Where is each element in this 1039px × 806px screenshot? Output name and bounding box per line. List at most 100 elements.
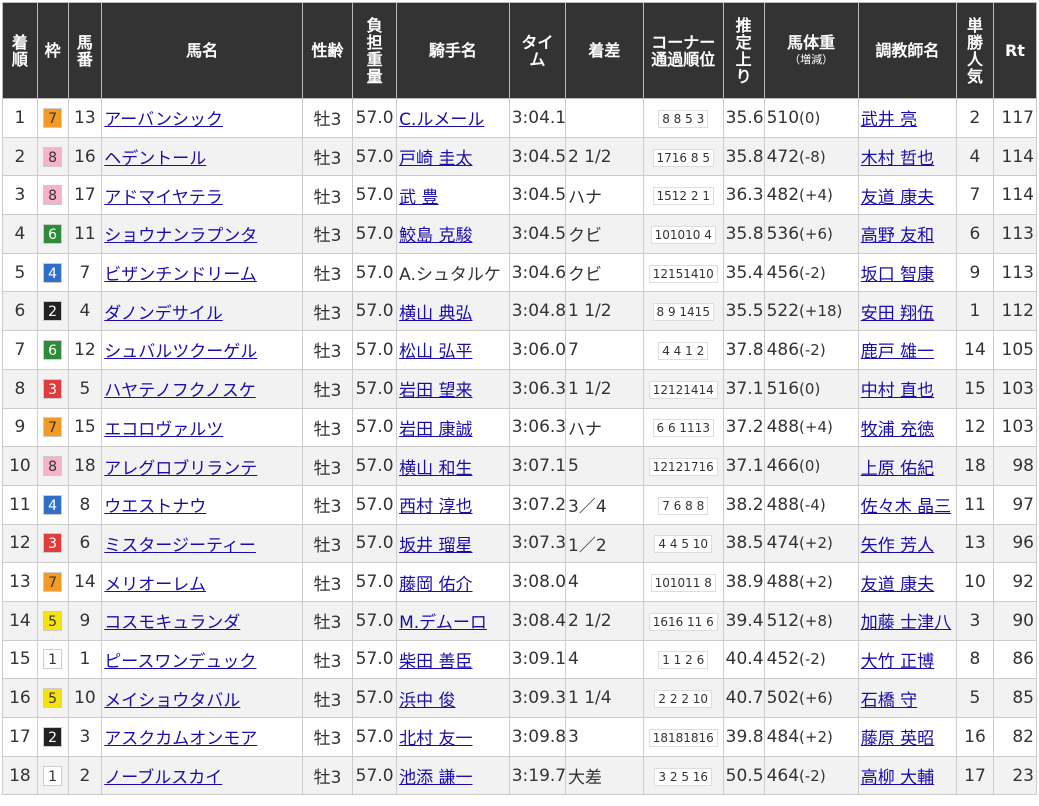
horse-name-cell-link[interactable]: メリオーレム (104, 575, 206, 595)
jockey-cell-link[interactable]: M.デムーロ (399, 613, 487, 633)
horse-name-cell: メイショウタバル (101, 678, 303, 718)
horse-name-cell-link[interactable]: エコロヴァルツ (104, 420, 223, 440)
trainer-cell-link[interactable]: 友道 康夫 (861, 575, 934, 595)
horse-name-cell-link[interactable]: アドマイヤテラ (104, 188, 223, 208)
trainer-cell-link[interactable]: 大竹 正博 (861, 652, 934, 672)
horse-name-cell-link[interactable]: ピースワンデュック (104, 652, 256, 672)
waku-cell: 5 (36, 600, 69, 641)
jockey-cell-link[interactable]: 横山 典弘 (399, 304, 472, 324)
jockey-cell: 池添 謙一 (396, 755, 510, 796)
sexage-cell: 牡3 (301, 446, 354, 486)
jockey-cell-link[interactable]: 西村 淳也 (399, 497, 472, 517)
horse-name-cell-link[interactable]: ミスタージーティー (104, 536, 256, 556)
weight-carried-cell: 57.0 (352, 214, 398, 254)
jockey-cell-link[interactable]: C.ルメール (399, 110, 484, 130)
body-weight-diff: (+6) (799, 689, 833, 708)
waku-cell: 4 (36, 484, 69, 525)
jockey-cell: 横山 和生 (396, 446, 510, 486)
trainer-cell-link[interactable]: 友道 康夫 (861, 188, 934, 208)
body-weight-diff: (-2) (799, 263, 826, 282)
body-weight-diff: (-2) (799, 340, 826, 359)
rank-cell: 18 (2, 755, 38, 796)
trainer-cell-link[interactable]: 佐々木 晶三 (861, 497, 951, 517)
horse-name-cell-link[interactable]: メイショウタバル (104, 691, 240, 711)
jockey-cell-link[interactable]: 戸崎 圭太 (399, 149, 472, 169)
jockey-cell-link[interactable]: 武 豊 (399, 188, 438, 208)
popularity-cell: 3 (956, 600, 994, 641)
jockey-cell-link[interactable]: 藤岡 佑介 (399, 575, 472, 595)
trainer-cell-link[interactable]: 高柳 大輔 (861, 768, 934, 788)
jockey-cell-link[interactable]: 柴田 善臣 (399, 652, 472, 672)
waku-badge: 3 (43, 533, 63, 554)
umaban-cell: 4 (67, 291, 103, 332)
time-cell: 3:19.7 (508, 755, 567, 796)
jockey-cell-link[interactable]: 浜中 俊 (399, 691, 455, 711)
header-popularity-label: 単勝人気 (966, 15, 983, 86)
trainer-cell-link[interactable]: 武井 亮 (861, 110, 917, 130)
trainer-cell-link[interactable]: 安田 翔伍 (861, 304, 934, 324)
trainer-cell-link[interactable]: 高野 友和 (861, 226, 934, 246)
horse-name-cell-link[interactable]: アレグロブリランテ (104, 459, 257, 479)
corner-positions: 4 4 1 2 (658, 341, 709, 360)
corner-cell: 101010 4 (642, 214, 724, 254)
jockey-cell-link[interactable]: 北村 友一 (399, 729, 472, 749)
corner-positions: 1716 8 5 (652, 148, 714, 167)
sexage-cell: 牡3 (301, 136, 354, 177)
rating-cell: 90 (992, 600, 1038, 641)
trainer-cell-link[interactable]: 木村 哲也 (861, 149, 934, 169)
jockey-cell-link[interactable]: 松山 弘平 (399, 342, 472, 362)
body-weight-value: 466 (766, 456, 800, 477)
time-cell: 3:09.1 (508, 639, 567, 680)
trainer-cell-link[interactable]: 上原 佑紀 (861, 459, 934, 479)
horse-name-cell-link[interactable]: ウエストナウ (104, 497, 206, 517)
corner-positions: 1512 2 1 (652, 187, 714, 206)
jockey-cell: 武 豊 (396, 175, 510, 216)
margin-cell: ハナ (565, 407, 644, 448)
jockey-cell: 岩田 望来 (396, 368, 510, 409)
horse-name-cell-link[interactable]: ハヤテノフクノスケ (104, 381, 255, 401)
waku-cell: 1 (36, 755, 69, 796)
sexage-cell: 牡3 (301, 600, 354, 641)
trainer-cell-link[interactable]: 矢作 芳人 (861, 536, 934, 556)
trainer-cell-link[interactable]: 石橋 守 (861, 691, 917, 711)
trainer-cell-link[interactable]: 坂口 智康 (861, 265, 934, 285)
horse-name-cell-link[interactable]: アスクカムオンモア (104, 729, 257, 749)
corner-cell: 12121414 (642, 368, 724, 409)
horse-name-cell-link[interactable]: ノーブルスカイ (104, 768, 222, 788)
margin-cell: 1 1/4 (565, 678, 644, 718)
horse-name-cell-link[interactable]: シュバルツクーゲル (104, 342, 257, 362)
rank-cell: 17 (2, 717, 38, 757)
jockey-cell-link[interactable]: 鮫島 克駿 (399, 226, 472, 246)
horse-name-cell-link[interactable]: コスモキュランダ (104, 613, 240, 633)
horse-name-cell-link[interactable]: ショウナンラプンタ (104, 226, 257, 246)
body-weight-value: 502 (766, 688, 800, 709)
trainer-cell-link[interactable]: 鹿戸 雄一 (861, 342, 934, 362)
header-rating: Rt (992, 2, 1038, 99)
time-cell: 3:04.5 (508, 214, 567, 254)
jockey-cell-link[interactable]: 横山 和生 (399, 459, 472, 479)
horse-name-cell-link[interactable]: ヘデントール (104, 149, 206, 169)
trainer-cell: 武井 亮 (857, 98, 958, 138)
trainer-cell-link[interactable]: 中村 直也 (861, 381, 934, 401)
horse-name-cell-link[interactable]: ダノンデサイル (104, 304, 223, 324)
horse-name-cell-link[interactable]: ビザンチンドリーム (104, 265, 257, 285)
horse-name-cell: ウエストナウ (101, 484, 303, 525)
jockey-cell-link[interactable]: 坂井 瑠星 (399, 536, 472, 556)
trainer-cell-link[interactable]: 藤原 英昭 (861, 729, 934, 749)
trainer-cell: 鹿戸 雄一 (857, 330, 958, 370)
trainer-cell-link[interactable]: 加藤 士津八 (861, 613, 951, 633)
body-weight-cell: 522(+18) (763, 291, 859, 332)
table-row: 7 6 12 シュバルツクーゲル 牡3 57.0 松山 弘平 3:06.0 7 4 4 1 2 37… (2, 330, 1038, 370)
trainer-cell-link[interactable]: 牧浦 充徳 (861, 420, 934, 440)
jockey-cell-link[interactable]: 岩田 康誠 (399, 420, 472, 440)
trainer-cell: 佐々木 晶三 (857, 484, 958, 525)
jockey-cell: C.ルメール (396, 98, 510, 138)
jockey-cell-link[interactable]: 池添 謙一 (399, 768, 472, 788)
jockey-cell-link[interactable]: 岩田 望来 (399, 381, 472, 401)
time-cell: 3:04.6 (508, 252, 567, 293)
table-row: 15 1 1 ピースワンデュック 牡3 57.0 柴田 善臣 3:09.1 4 1 1 2 6 40… (2, 639, 1038, 680)
corner-cell: 4 4 1 2 (642, 330, 724, 370)
horse-name-cell-link[interactable]: アーバンシック (104, 110, 223, 130)
header-body-weight: 馬体重 （増減） (763, 2, 859, 99)
rank-cell: 12 (2, 523, 38, 564)
